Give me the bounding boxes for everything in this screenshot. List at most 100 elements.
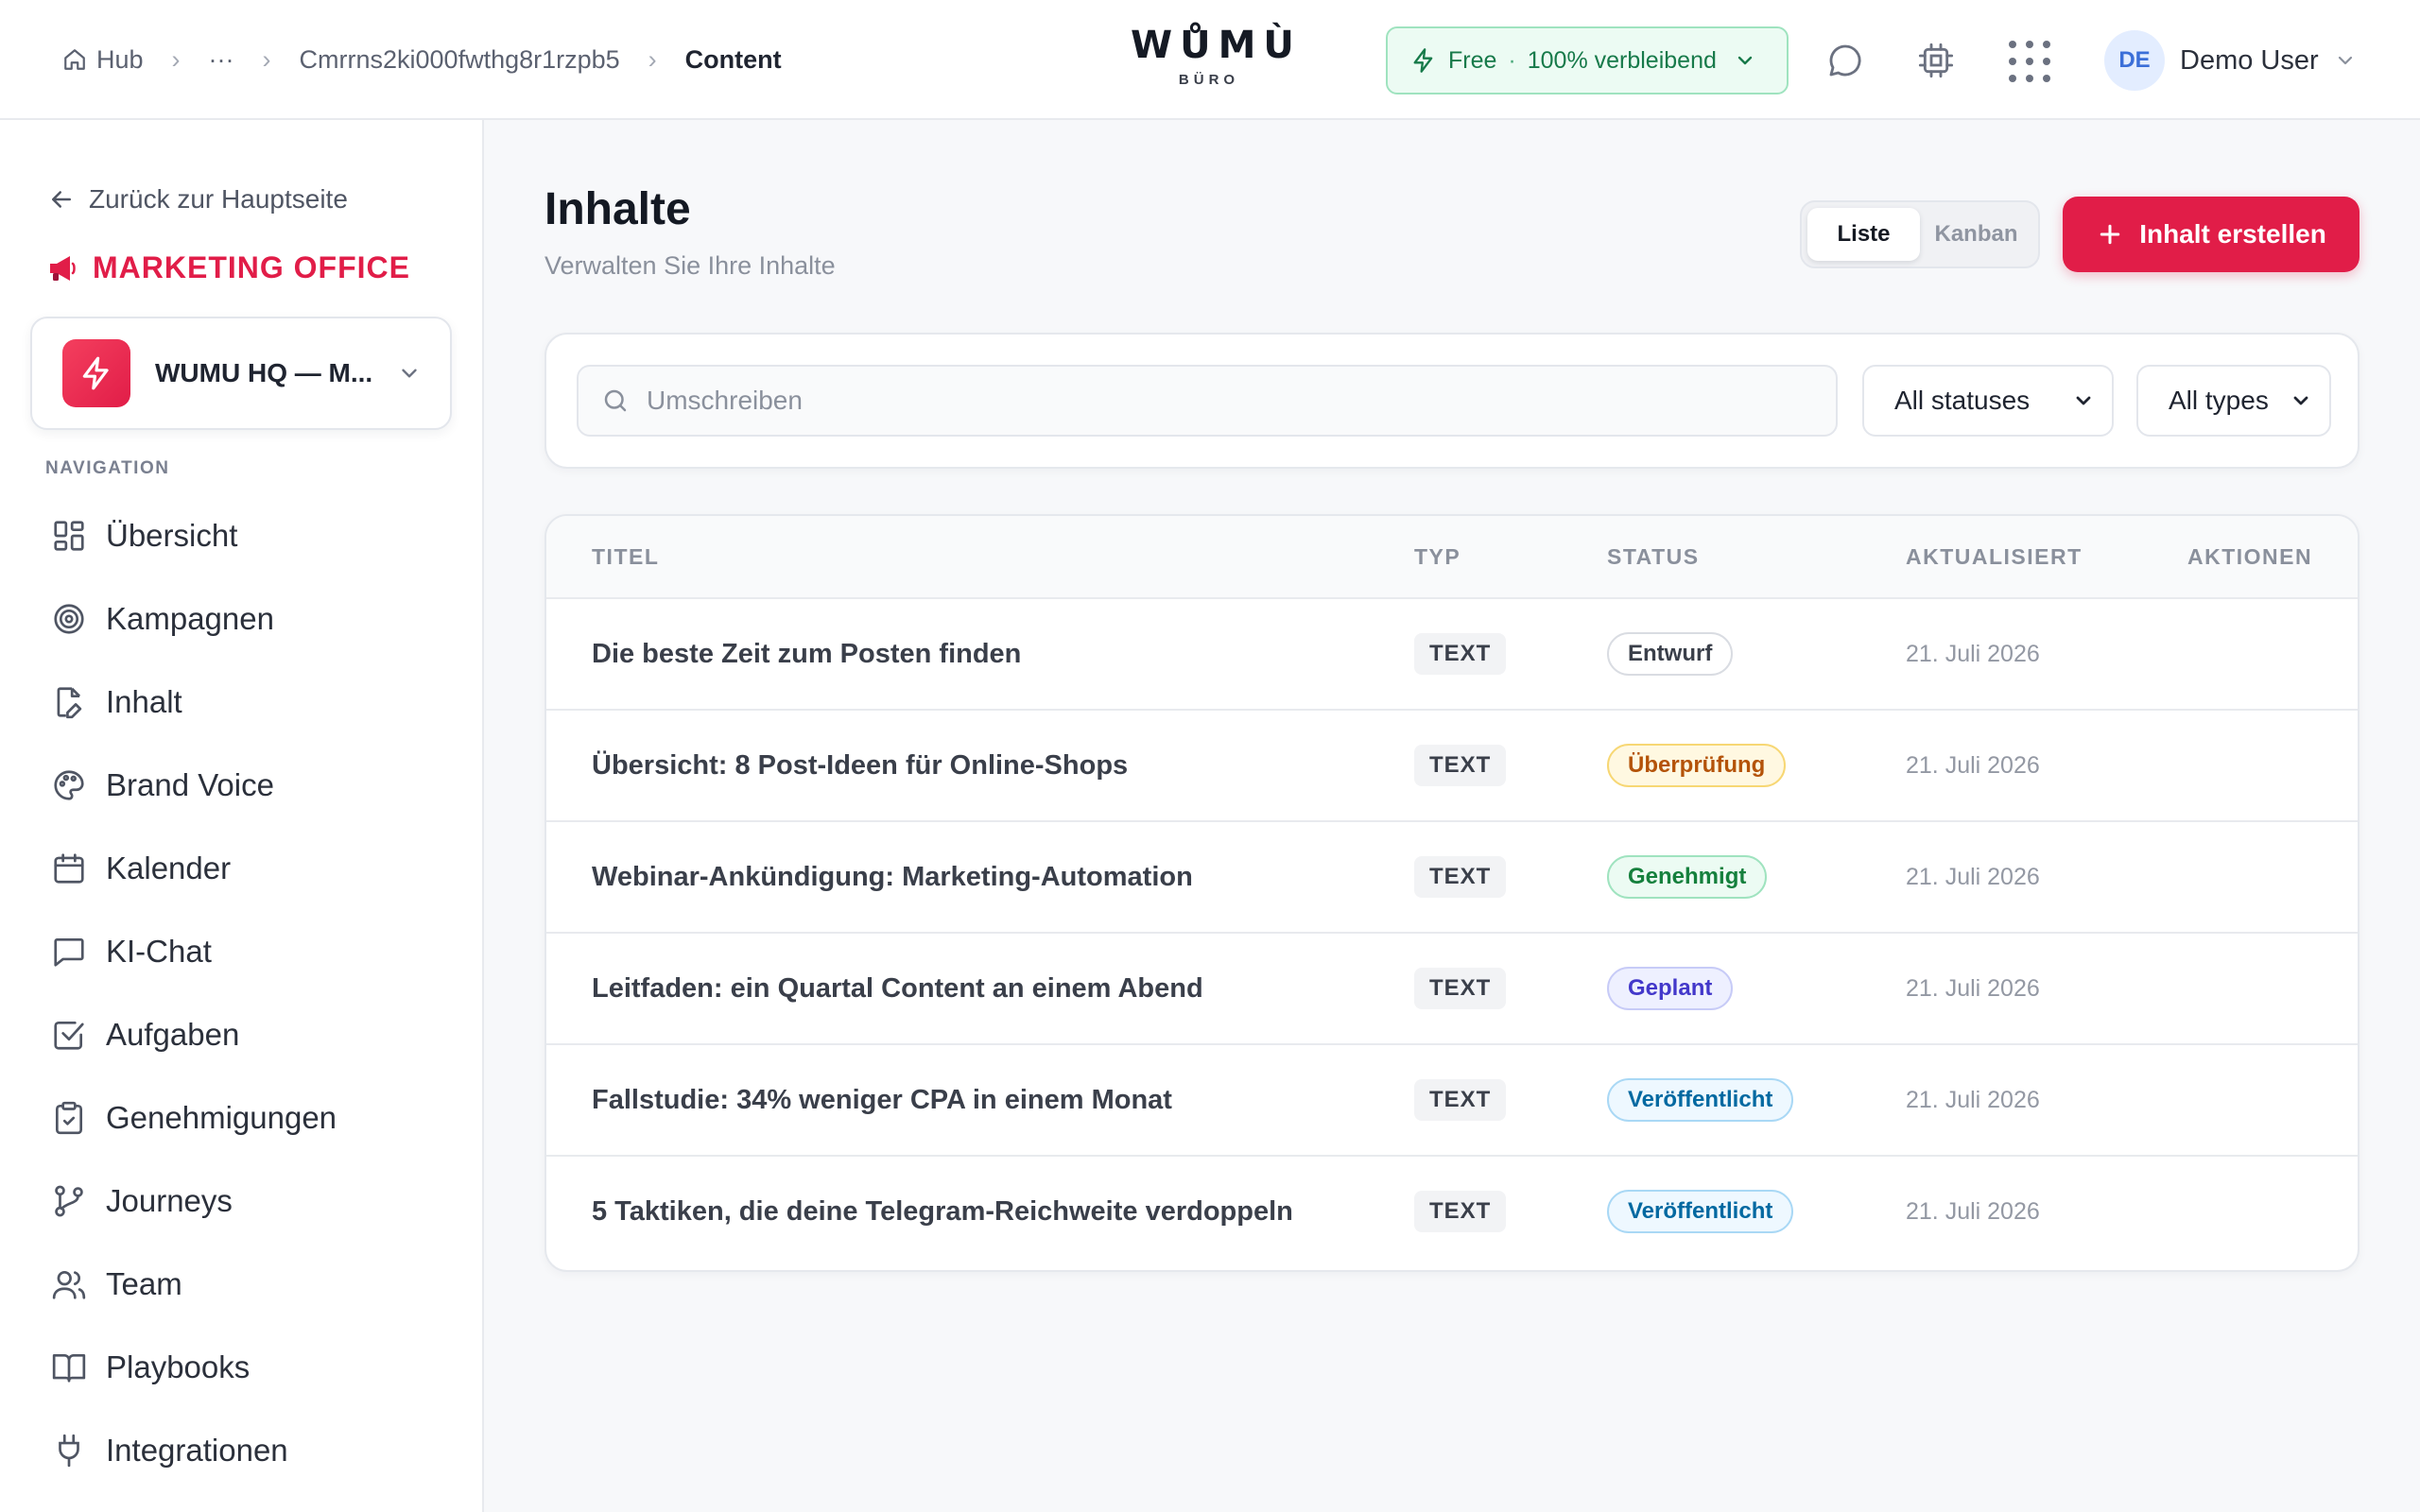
row-status-cell: Geplant <box>1607 934 1734 1043</box>
type-filter-select[interactable]: All types <box>2136 365 2331 437</box>
sidebar-item-label: Integrationen <box>106 1433 288 1468</box>
row-type-cell: TEXT <box>1414 711 1507 820</box>
user-name: Demo User <box>2180 44 2319 76</box>
office-label: MARKETING OFFICE <box>93 250 410 284</box>
lightning-icon <box>82 356 109 390</box>
plan-remaining: 100% verbleibend <box>1527 46 1717 74</box>
row-title[interactable]: Fallstudie: 34% weniger CPA in einem Mon… <box>592 1045 1172 1155</box>
sidebar-item-team[interactable]: Team <box>38 1243 454 1326</box>
chevron-down-icon <box>2076 396 2091 405</box>
row-title[interactable]: Leitfaden: ein Quartal Content an einem … <box>592 934 1203 1043</box>
column-header-status[interactable]: STATUS <box>1607 544 1700 570</box>
search-input[interactable] <box>647 386 1781 416</box>
back-to-main-link[interactable]: Zurück zur Hauptseite <box>47 184 348 215</box>
row-type-cell: TEXT <box>1414 822 1507 932</box>
sidebar-item-label: Kalender <box>106 850 232 885</box>
breadcrumb-project[interactable]: Cmrrns2ki000fwthg8r1rzpb5 <box>300 45 620 75</box>
workspace-badge <box>62 339 130 407</box>
status-badge: Veröffentlicht <box>1607 1078 1794 1122</box>
chat-icon[interactable] <box>1826 42 1864 79</box>
status-badge: Genehmigt <box>1607 855 1768 899</box>
status-badge: Geplant <box>1607 967 1734 1010</box>
sidebar-item-aufgaben[interactable]: Aufgaben <box>38 993 454 1076</box>
breadcrumb-current: Content <box>684 44 782 74</box>
content-table: TITEL TYP STATUS AKTUALISIERT AKTIONEN D… <box>544 514 2360 1272</box>
table-row[interactable]: Fallstudie: 34% weniger CPA in einem Mon… <box>546 1045 2358 1157</box>
sidebar-item-uebersicht[interactable]: Übersicht <box>38 494 454 577</box>
table-row[interactable]: Die beste Zeit zum Posten finden TEXT En… <box>546 599 2358 711</box>
breadcrumb-hub[interactable]: Hub <box>62 45 144 75</box>
plan-usage-button[interactable]: Free · 100% verbleibend <box>1386 26 1789 94</box>
row-updated: 21. Juli 2026 <box>1906 1197 2040 1225</box>
plan-separator: · <box>1508 46 1516 74</box>
column-header-type[interactable]: TYP <box>1414 544 1461 570</box>
breadcrumb-ellipsis[interactable]: ··· <box>209 45 234 75</box>
row-title[interactable]: 5 Taktiken, die deine Telegram-Reichweit… <box>592 1157 1293 1266</box>
sidebar-item-integrationen[interactable]: Integrationen <box>38 1409 454 1492</box>
row-type-cell: TEXT <box>1414 1157 1507 1266</box>
chevron-right-icon: › <box>648 44 657 74</box>
logo-wordmark: WŮMÙ <box>1131 24 1302 67</box>
row-title[interactable]: Webinar-Ankündigung: Marketing-Automatio… <box>592 822 1193 932</box>
view-toggle: Liste Kanban <box>1800 200 2040 268</box>
type-badge: TEXT <box>1414 856 1507 898</box>
status-filter-value: All statuses <box>1894 386 2031 415</box>
create-content-button[interactable]: Inhalt erstellen <box>2063 197 2360 272</box>
palette-icon <box>54 770 84 800</box>
row-updated: 21. Juli 2026 <box>1906 640 2040 667</box>
column-header-updated[interactable]: AKTUALISIERT <box>1906 544 2083 570</box>
table-row[interactable]: Webinar-Ankündigung: Marketing-Automatio… <box>546 822 2358 934</box>
sidebar-item-label: Journeys <box>106 1183 233 1218</box>
sidebar-item-label: Übersicht <box>106 518 238 553</box>
row-type-cell: TEXT <box>1414 599 1507 709</box>
table-row[interactable]: Leitfaden: ein Quartal Content an einem … <box>546 934 2358 1045</box>
nav-section-label: NAVIGATION <box>45 458 170 478</box>
page-subtitle: Verwalten Sie Ihre Inhalte <box>544 251 836 280</box>
chevron-down-icon <box>2338 56 2352 65</box>
sidebar-item-playbooks[interactable]: Playbooks <box>38 1326 454 1409</box>
clipboard-check-icon <box>55 1101 83 1135</box>
sidebar-item-brand-voice[interactable]: Brand Voice <box>38 744 454 827</box>
sidebar-item-label: Kampagnen <box>106 601 274 636</box>
search-icon <box>604 389 627 412</box>
row-status-cell: Veröffentlicht <box>1607 1045 1794 1155</box>
status-badge: Überprüfung <box>1607 744 1787 787</box>
row-updated: 21. Juli 2026 <box>1906 974 2040 1002</box>
column-header-title[interactable]: TITEL <box>592 544 659 570</box>
sidebar-item-label: Team <box>106 1266 182 1301</box>
view-toggle-kanban[interactable]: Kanban <box>1920 208 2032 261</box>
megaphone-icon <box>50 255 76 281</box>
arrow-left-icon <box>52 191 71 208</box>
row-title[interactable]: Die beste Zeit zum Posten finden <box>592 599 1021 709</box>
type-badge: TEXT <box>1414 745 1507 786</box>
lightning-icon <box>1413 48 1433 73</box>
row-type-cell: TEXT <box>1414 934 1507 1043</box>
type-badge: TEXT <box>1414 968 1507 1009</box>
row-status-cell: Überprüfung <box>1607 711 1787 820</box>
sidebar-item-kampagnen[interactable]: Kampagnen <box>38 577 454 661</box>
cpu-icon[interactable] <box>1917 42 1955 79</box>
view-toggle-list[interactable]: Liste <box>1807 208 1920 261</box>
breadcrumb: Hub › ··· › Cmrrns2ki000fwthg8r1rzpb5 › … <box>62 0 782 119</box>
top-bar: Hub › ··· › Cmrrns2ki000fwthg8r1rzpb5 › … <box>0 0 2420 120</box>
type-badge: TEXT <box>1414 1079 1507 1121</box>
grid-icon <box>54 521 84 551</box>
git-branch-icon <box>55 1185 83 1217</box>
sidebar-item-journeys[interactable]: Journeys <box>38 1160 454 1243</box>
row-status-cell: Entwurf <box>1607 599 1734 709</box>
sidebar-item-ki-chat[interactable]: KI-Chat <box>38 910 454 993</box>
table-row[interactable]: Übersicht: 8 Post-Ideen für Online-Shops… <box>546 711 2358 822</box>
row-title[interactable]: Übersicht: 8 Post-Ideen für Online-Shops <box>592 711 1128 820</box>
sidebar-item-kalender[interactable]: Kalender <box>38 827 454 910</box>
apps-grid-icon[interactable] <box>2006 38 2053 85</box>
sidebar-item-genehmigungen[interactable]: Genehmigungen <box>38 1076 454 1160</box>
table-row[interactable]: 5 Taktiken, die deine Telegram-Reichweit… <box>546 1157 2358 1268</box>
sidebar-item-inhalt[interactable]: Inhalt <box>38 661 454 744</box>
row-status-cell: Genehmigt <box>1607 822 1768 932</box>
workspace-switcher[interactable]: WUMU HQ — M... <box>30 317 452 430</box>
users-icon <box>52 1270 86 1299</box>
brand-logo[interactable]: WŮMÙ BÜRO <box>1131 23 1302 88</box>
chevron-down-icon <box>1737 56 1753 65</box>
user-menu[interactable]: DE Demo User <box>2104 30 2357 91</box>
status-filter-select[interactable]: All statuses <box>1862 365 2114 437</box>
